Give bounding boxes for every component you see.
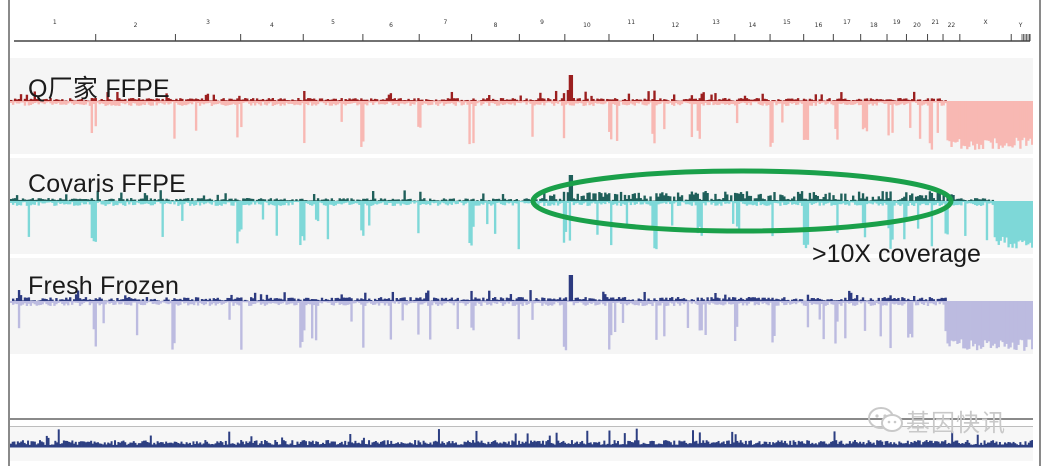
chromosome-label: 12: [672, 22, 680, 29]
chromosome-label: X: [983, 19, 987, 26]
chromosome-label: 6: [389, 22, 393, 29]
chromosome-label: 2: [134, 22, 138, 29]
chromosome-label: 11: [627, 19, 635, 26]
watermark: 基因快讯: [866, 404, 1006, 437]
track-label-q-vendor-ffpe: Q厂家 FFPE: [28, 75, 170, 103]
chromosome-label: 3: [206, 19, 210, 26]
coverage-below: [10, 101, 1033, 150]
chromosome-label: 19: [893, 19, 901, 26]
chromosome-label: 16: [815, 22, 823, 29]
chromosome-label: 14: [749, 22, 757, 29]
chromosome-label: 9: [540, 19, 544, 26]
track-fresh-frozen[interactable]: Fresh Frozen: [10, 258, 1033, 354]
watermark-text: 基因快讯: [906, 408, 1006, 437]
chromosome-label: 18: [870, 22, 878, 29]
chromosome-label: 20: [913, 22, 921, 29]
chromosome-ruler[interactable]: 1 2 3 4 5 6 7 8 9 10 11 12 13 14 15 16 17 18 19 20 21 22 X Y: [0, 0, 1049, 52]
chromosome-label: 22: [948, 22, 956, 29]
chromosome-label: 21: [931, 19, 939, 26]
chromosome-label: 17: [843, 19, 851, 26]
wechat-icon: [868, 407, 903, 432]
chromosome-label: Y: [1018, 22, 1023, 29]
chromosome-label: 15: [783, 19, 791, 26]
highlight-ellipse-shape: [530, 168, 954, 234]
chromosome-label: 5: [331, 19, 335, 26]
chromosome-label: 10: [583, 22, 591, 29]
track-label-covaris-ffpe: Covaris FFPE: [28, 170, 186, 198]
chromosome-label: 1: [53, 19, 57, 26]
track-label-fresh-frozen: Fresh Frozen: [28, 272, 180, 300]
coverage-below: [10, 301, 1033, 351]
chromosome-label: 13: [712, 19, 720, 26]
coverage-annotation: >10X coverage: [812, 240, 981, 268]
chromosome-label: 8: [494, 22, 498, 29]
highlight-ellipse: [530, 168, 954, 234]
chromosome-label: 7: [443, 19, 447, 26]
track-q-vendor-ffpe[interactable]: Q厂家 FFPE: [10, 58, 1033, 154]
chromosome-label: 4: [270, 22, 274, 29]
